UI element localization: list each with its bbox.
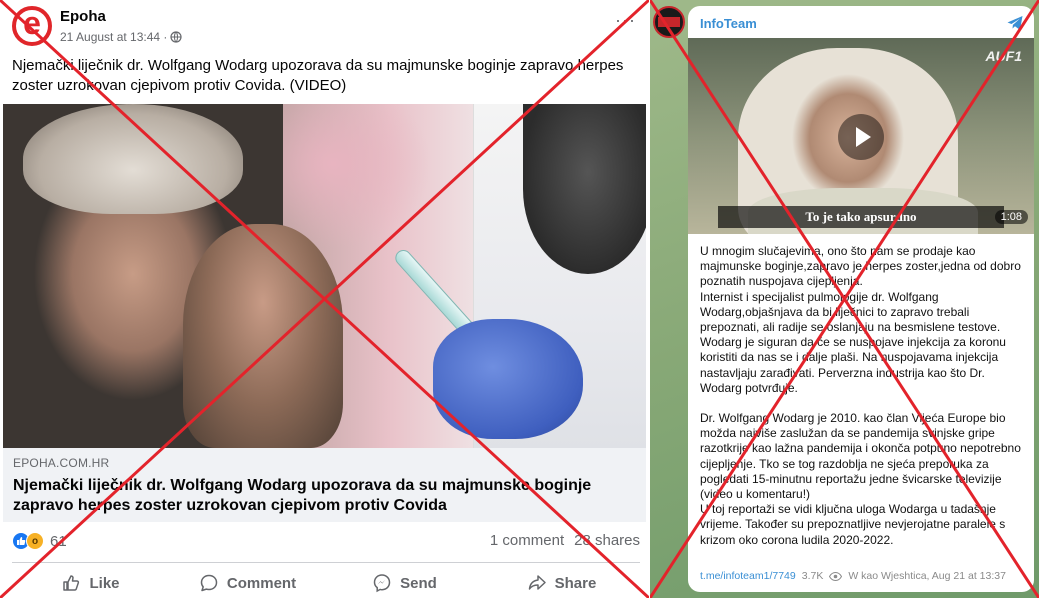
message-paragraph: U mnogim slučajevima, ono što nam se pro… (700, 244, 1021, 289)
message-footer: t.me/infoteam1/7749 3.7K W kao Wjeshtica… (700, 570, 1030, 582)
play-icon[interactable] (838, 114, 884, 160)
share-count[interactable]: 28 shares (574, 532, 640, 549)
message-paragraph: Wodarg je siguran da će se nuspojave inj… (700, 335, 1006, 395)
share-button[interactable]: Share (483, 568, 640, 598)
comment-icon (200, 574, 218, 592)
channel-avatar-mark (658, 17, 680, 27)
reactions[interactable]: o 61 (12, 532, 67, 550)
telegram-post: InfoTeam AUF1 To je tako apsurdno 1:08 U… (650, 0, 1039, 598)
eye-icon (829, 571, 843, 581)
wow-reaction-icon: o (26, 532, 44, 550)
message-bubble: InfoTeam AUF1 To je tako apsurdno 1:08 U… (688, 6, 1034, 592)
post-actions: Like Comment Send Share (12, 568, 640, 598)
engagement-counts: 1 comment 28 shares (490, 532, 640, 549)
message-link[interactable]: t.me/infoteam1/7749 (700, 570, 796, 582)
channel-name[interactable]: InfoTeam (700, 16, 757, 31)
post-header: Epoha 21 August at 13:44 · ··· (12, 5, 642, 46)
message-paragraph: Dr. Wolfgang Wodarg je 2010. kao član Vi… (700, 411, 1021, 502)
post-stats: o 61 1 comment 28 shares (12, 532, 640, 554)
comment-button[interactable]: Comment (169, 568, 326, 598)
link-domain: EPOHA.COM.HR (13, 456, 110, 470)
share-label: Share (554, 574, 597, 592)
more-dots-icon[interactable]: ··· (615, 10, 636, 31)
page-name[interactable]: Epoha (60, 8, 106, 25)
thumbs-up-icon (63, 575, 80, 591)
page-avatar[interactable] (12, 5, 52, 46)
link-title[interactable]: Njemački liječnik dr. Wolfgang Wodarg up… (13, 476, 636, 516)
post-timestamp[interactable]: 21 August at 13:44 · (60, 30, 167, 44)
post-text: Njemački liječnik dr. Wolfgang Wodarg up… (12, 57, 624, 94)
send-button[interactable]: Send (326, 568, 483, 598)
post-meta: 21 August at 13:44 · (60, 30, 183, 44)
view-count: 3.7K (801, 570, 824, 582)
messenger-icon (373, 574, 391, 593)
image-ape (523, 104, 646, 274)
facebook-post: Epoha 21 August at 13:44 · ··· Njemački … (0, 0, 649, 598)
link-preview[interactable]: EPOHA.COM.HR Njemački liječnik dr. Wolfg… (3, 448, 646, 522)
image-hair (23, 104, 243, 214)
image-monkey (183, 224, 343, 448)
image-glove (433, 319, 583, 439)
video-subtitle: To je tako apsurdno (718, 206, 1004, 228)
post-image[interactable]: i (3, 104, 646, 448)
message-text: U mnogim slučajevima, ono što nam se pro… (700, 244, 1026, 548)
video-watermark: AUF1 (985, 48, 1022, 64)
reaction-count: 61 (50, 532, 67, 550)
video-duration: 1:08 (994, 210, 1028, 224)
message-paragraph: Internist i specijalist pulmologije dr. … (700, 289, 1001, 335)
actions-divider (12, 562, 640, 563)
comment-label: Comment (226, 574, 297, 592)
send-label: Send (400, 574, 437, 592)
message-paragraph: U toj reportaži se vidi ključna uloga Wo… (700, 502, 1006, 547)
telegram-share-icon[interactable] (1006, 14, 1024, 32)
like-label: Like (89, 574, 120, 592)
channel-avatar[interactable] (653, 6, 685, 38)
author-time: W kao Wjeshtica, Aug 21 at 13:37 (848, 570, 1006, 582)
video-player[interactable]: AUF1 To je tako apsurdno 1:08 (688, 38, 1034, 234)
like-button[interactable]: Like (12, 568, 169, 598)
share-arrow-icon (528, 575, 546, 590)
globe-icon (170, 31, 183, 43)
comment-count[interactable]: 1 comment (490, 532, 564, 549)
